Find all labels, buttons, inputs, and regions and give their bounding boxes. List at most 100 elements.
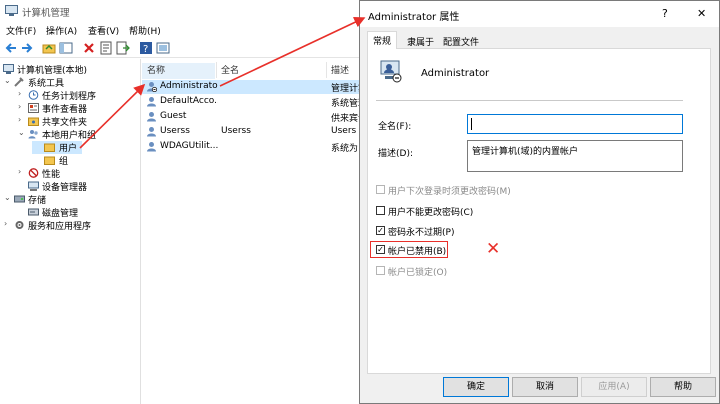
ok-button[interactable]: 确定	[443, 377, 509, 397]
menu-action[interactable]: 操作(A)	[46, 24, 77, 37]
checkbox-box[interactable]	[376, 206, 385, 215]
tab-member-of[interactable]: 隶属于	[402, 33, 439, 49]
delete-icon[interactable]	[82, 41, 96, 55]
user-icon	[146, 126, 157, 137]
checkbox-label: 用户下次登录时须更改密码(M)	[388, 187, 511, 197]
expand-chevron-icon[interactable]: ›	[18, 167, 27, 176]
tab-profile[interactable]: 配置文件	[438, 33, 484, 49]
user-account-icon	[378, 59, 402, 83]
disk-icon	[28, 207, 39, 217]
menu-help[interactable]: 帮助(H)	[129, 24, 161, 37]
tree-label: 磁盘管理	[42, 209, 79, 219]
show-hide-tree-icon[interactable]	[59, 41, 73, 55]
main-title-bar: 计算机管理	[0, 0, 366, 22]
table-row[interactable]: Administrator 管理计算	[142, 80, 366, 94]
collapse-chevron-icon[interactable]: ⌄	[18, 128, 27, 137]
column-separator[interactable]	[326, 62, 327, 78]
help-question-button[interactable]: ?	[662, 7, 668, 20]
column-header-fullname[interactable]: 全名	[221, 63, 239, 77]
tree-item-users[interactable]: 用户	[32, 141, 82, 154]
users-group-icon	[28, 129, 39, 139]
view-icon[interactable]	[156, 41, 170, 55]
dialog-title-bar: Administrator 属性 ? ✕	[360, 1, 719, 27]
close-button[interactable]: ✕	[697, 7, 706, 20]
apply-button: 应用(A)	[581, 377, 647, 397]
tree-label: 性能	[42, 170, 61, 180]
tree-label: 组	[59, 157, 69, 167]
table-row[interactable]: Userss Userss Users	[142, 125, 366, 139]
folder-icon	[44, 142, 55, 152]
event-viewer-icon	[28, 103, 39, 113]
properties-icon[interactable]	[99, 41, 113, 55]
main-window-title: 计算机管理	[22, 8, 70, 19]
annotation-x-mark: ✕	[486, 239, 501, 259]
expand-chevron-icon[interactable]: ›	[4, 219, 13, 228]
tools-icon	[14, 77, 25, 87]
cancel-button[interactable]: 取消	[512, 377, 578, 397]
user-icon	[146, 111, 157, 122]
navigation-tree: 计算机管理(本地) ⌄ 系统工具 › 任务计划程序 › 事件查看器 › 共享文件…	[0, 59, 141, 404]
tree-label: 任务计划程序	[42, 92, 97, 102]
username-label: Administrator	[421, 68, 490, 79]
table-row[interactable]: DefaultAcco... 系统管理	[142, 95, 366, 109]
checkmark-icon[interactable]: ✓	[376, 226, 385, 235]
user-icon	[146, 96, 157, 107]
storage-icon	[14, 194, 25, 204]
menu-view[interactable]: 查看(V)	[88, 24, 119, 37]
description-input[interactable]: 管理计算机(域)的内置帐户	[467, 140, 683, 172]
menu-bar: 文件(F) 操作(A) 查看(V) 帮助(H)	[0, 22, 366, 38]
column-separator[interactable]	[216, 62, 217, 78]
export-list-icon[interactable]	[116, 41, 130, 55]
fullname-label: 全名(F):	[378, 122, 412, 132]
folder-icon	[44, 155, 55, 165]
expand-chevron-icon[interactable]: ›	[18, 89, 27, 98]
table-row[interactable]: WDAGUtilit... 系统为 W	[142, 140, 366, 154]
tree-label: 本地用户和组	[42, 131, 97, 141]
table-row[interactable]: Guest 供来宾访	[142, 110, 366, 124]
shared-folder-icon	[28, 116, 39, 126]
column-header-description[interactable]: 描述	[331, 63, 349, 77]
cell-name: Administrator	[160, 81, 218, 91]
checkbox-box	[376, 185, 385, 194]
tree-label: 事件查看器	[42, 105, 88, 115]
up-folder-icon[interactable]	[42, 41, 56, 55]
tree-label: 用户	[59, 144, 78, 154]
description-label: 描述(D):	[378, 149, 413, 159]
checkmark-icon[interactable]: ✓	[376, 245, 385, 254]
no-entry-icon	[28, 168, 39, 178]
tree-label: 计算机管理(本地)	[17, 66, 88, 76]
fullname-input[interactable]	[467, 114, 683, 134]
checkbox-label: 帐户已禁用(B)	[388, 247, 447, 257]
device-manager-icon	[28, 181, 39, 191]
cell-name: Guest	[160, 111, 187, 121]
column-header-name[interactable]: 名称	[147, 63, 165, 77]
menu-file[interactable]: 文件(F)	[6, 24, 36, 37]
tab-general[interactable]: 常规	[367, 31, 398, 49]
text-cursor	[471, 118, 472, 130]
properties-dialog: Administrator 属性 ? ✕ 常规 隶属于 配置文件 Adminis…	[359, 0, 720, 404]
help-button[interactable]: 帮助	[650, 377, 716, 397]
forward-arrow-icon[interactable]	[20, 41, 34, 55]
computer-icon	[3, 64, 14, 74]
dialog-title: Administrator 属性	[368, 12, 460, 23]
expand-chevron-icon[interactable]: ›	[18, 115, 27, 124]
collapse-chevron-icon[interactable]: ⌄	[4, 193, 13, 202]
tree-label: 服务和应用程序	[28, 222, 92, 232]
tree-label: 共享文件夹	[42, 118, 88, 128]
back-arrow-icon[interactable]	[4, 41, 18, 55]
cell-name: WDAGUtilit...	[160, 141, 218, 151]
divider	[376, 100, 683, 101]
collapse-chevron-icon[interactable]: ⌄	[4, 76, 13, 85]
help-icon[interactable]: ?	[139, 41, 153, 55]
svg-text:?: ?	[143, 44, 148, 55]
cell-fullname: Userss	[221, 126, 251, 136]
tree-label: 设备管理器	[42, 183, 88, 193]
expand-chevron-icon[interactable]: ›	[18, 102, 27, 111]
computer-management-window: 计算机管理 文件(F) 操作(A) 查看(V) 帮助(H) ? 计算机管理(本地…	[0, 0, 366, 404]
tree-label: 系统工具	[28, 79, 65, 89]
checkbox-label: 密码永不过期(P)	[388, 228, 455, 238]
user-disabled-icon	[146, 81, 157, 92]
checkbox-label: 帐户已锁定(O)	[388, 268, 448, 278]
checkbox-label: 用户不能更改密码(C)	[388, 208, 474, 218]
services-icon	[14, 220, 25, 230]
